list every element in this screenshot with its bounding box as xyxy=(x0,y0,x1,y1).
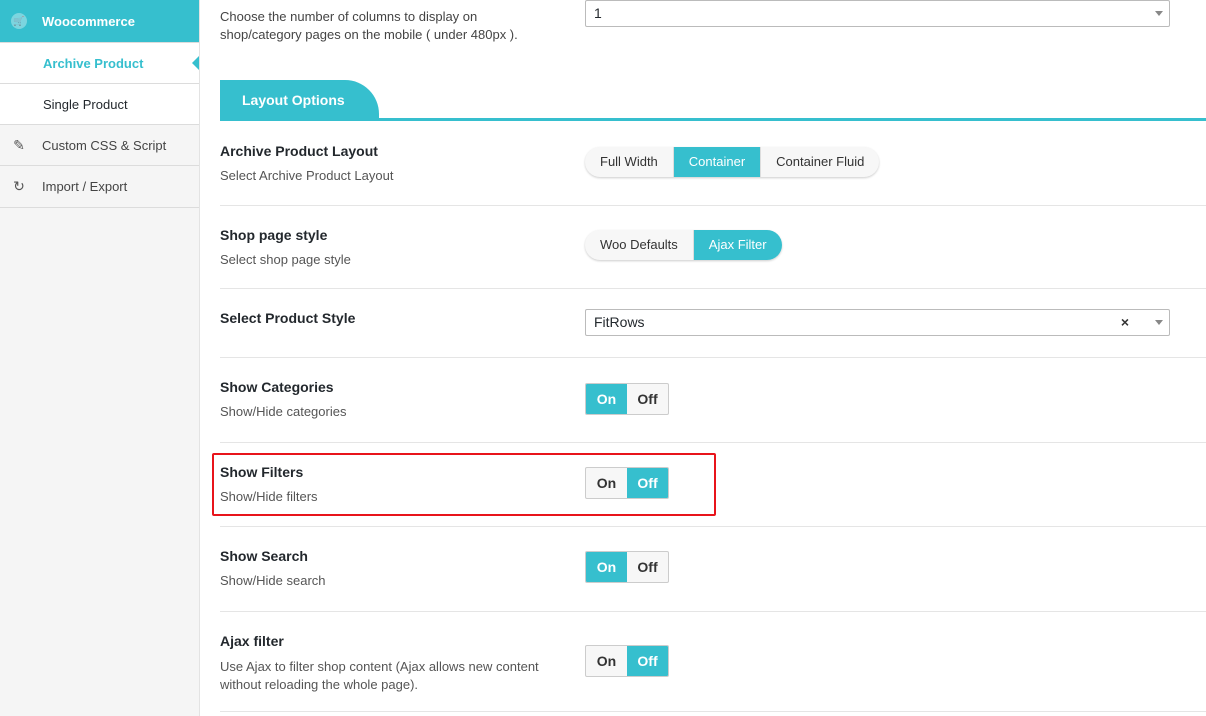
setting-row-ajax-filter: Ajax filter Use Ajax to filter shop cont… xyxy=(220,612,1206,712)
toggle-off-button[interactable]: Off xyxy=(627,384,668,414)
setting-title: Archive Product Layout xyxy=(220,143,378,159)
sidebar-item-import-export[interactable]: ↻ Import / Export xyxy=(0,166,199,208)
toggle-on-button[interactable]: On xyxy=(586,552,627,582)
setting-description: Use Ajax to filter shop content (Ajax al… xyxy=(220,659,539,692)
sidebar: 🛒 Woocommerce Archive Product Single Pro… xyxy=(0,0,200,716)
setting-description: Select Archive Product Layout xyxy=(220,168,394,183)
setting-row-product-style: Select Product Style FitRows × xyxy=(220,289,1206,358)
ajax-filter-toggle: On Off xyxy=(585,645,669,677)
setting-title: Shop page style xyxy=(220,227,328,243)
option-full-width[interactable]: Full Width xyxy=(585,147,674,177)
sidebar-item-label: Custom CSS & Script xyxy=(42,137,167,153)
setting-description: Select shop page style xyxy=(220,252,351,267)
toggle-off-button[interactable]: Off xyxy=(627,646,668,676)
product-style-select[interactable]: FitRows × xyxy=(585,309,1170,336)
setting-row-archive-layout: Archive Product Layout Select Archive Pr… xyxy=(220,121,1206,206)
sidebar-item-single-product[interactable]: Single Product xyxy=(0,84,199,125)
toggle-on-button[interactable]: On xyxy=(586,384,627,414)
setting-row-shop-style: Shop page style Select shop page style W… xyxy=(220,206,1206,289)
main-content: Choose the number of columns to display … xyxy=(220,0,1206,716)
setting-row-show-categories: Show Categories Show/Hide categories On … xyxy=(220,358,1206,443)
setting-description: Show/Hide search xyxy=(220,573,326,588)
refresh-icon: ↻ xyxy=(13,178,25,194)
toggle-off-button[interactable]: Off xyxy=(627,552,668,582)
chevron-down-icon xyxy=(1155,320,1163,325)
archive-layout-button-group: Full Width Container Container Fluid xyxy=(585,147,880,177)
setting-description: Show/Hide categories xyxy=(220,404,347,419)
mobile-columns-select[interactable]: 1 xyxy=(585,0,1170,27)
edit-icon: ✎ xyxy=(13,136,25,153)
sidebar-item-custom-css[interactable]: ✎ Custom CSS & Script xyxy=(0,125,199,166)
cart-icon: 🛒 xyxy=(11,13,27,29)
option-woo-defaults[interactable]: Woo Defaults xyxy=(585,230,694,260)
select-value: 1 xyxy=(594,5,602,21)
setting-title: Select Product Style xyxy=(220,310,356,326)
option-container[interactable]: Container xyxy=(673,147,762,177)
show-search-toggle: On Off xyxy=(585,551,669,583)
setting-title: Show Search xyxy=(220,548,308,564)
sidebar-item-label: Import / Export xyxy=(42,179,128,194)
shop-style-button-group: Woo Defaults Ajax Filter xyxy=(585,230,782,260)
toggle-on-button[interactable]: On xyxy=(586,646,627,676)
sidebar-item-archive-product[interactable]: Archive Product xyxy=(0,43,199,84)
sidebar-item-label: Archive Product xyxy=(43,55,144,71)
chevron-down-icon xyxy=(1155,11,1163,16)
highlight-box xyxy=(212,453,716,516)
option-ajax-filter[interactable]: Ajax Filter xyxy=(693,230,782,260)
sidebar-item-label: Single Product xyxy=(43,96,128,112)
active-caret-icon xyxy=(192,56,199,70)
setting-row-show-search: Show Search Show/Hide search On Off xyxy=(220,527,1206,612)
select-value: FitRows xyxy=(594,314,645,330)
option-container-fluid[interactable]: Container Fluid xyxy=(761,147,879,177)
setting-title: Ajax filter xyxy=(220,633,284,649)
sidebar-item-label: Woocommerce xyxy=(42,13,135,29)
setting-title: Show Categories xyxy=(220,379,334,395)
show-categories-toggle: On Off xyxy=(585,383,669,415)
section-tab-layout-options[interactable]: Layout Options xyxy=(220,80,379,120)
clear-icon[interactable]: × xyxy=(1121,310,1129,335)
mobile-columns-description: Choose the number of columns to display … xyxy=(220,9,518,42)
sidebar-item-woocommerce[interactable]: 🛒 Woocommerce xyxy=(0,0,199,43)
